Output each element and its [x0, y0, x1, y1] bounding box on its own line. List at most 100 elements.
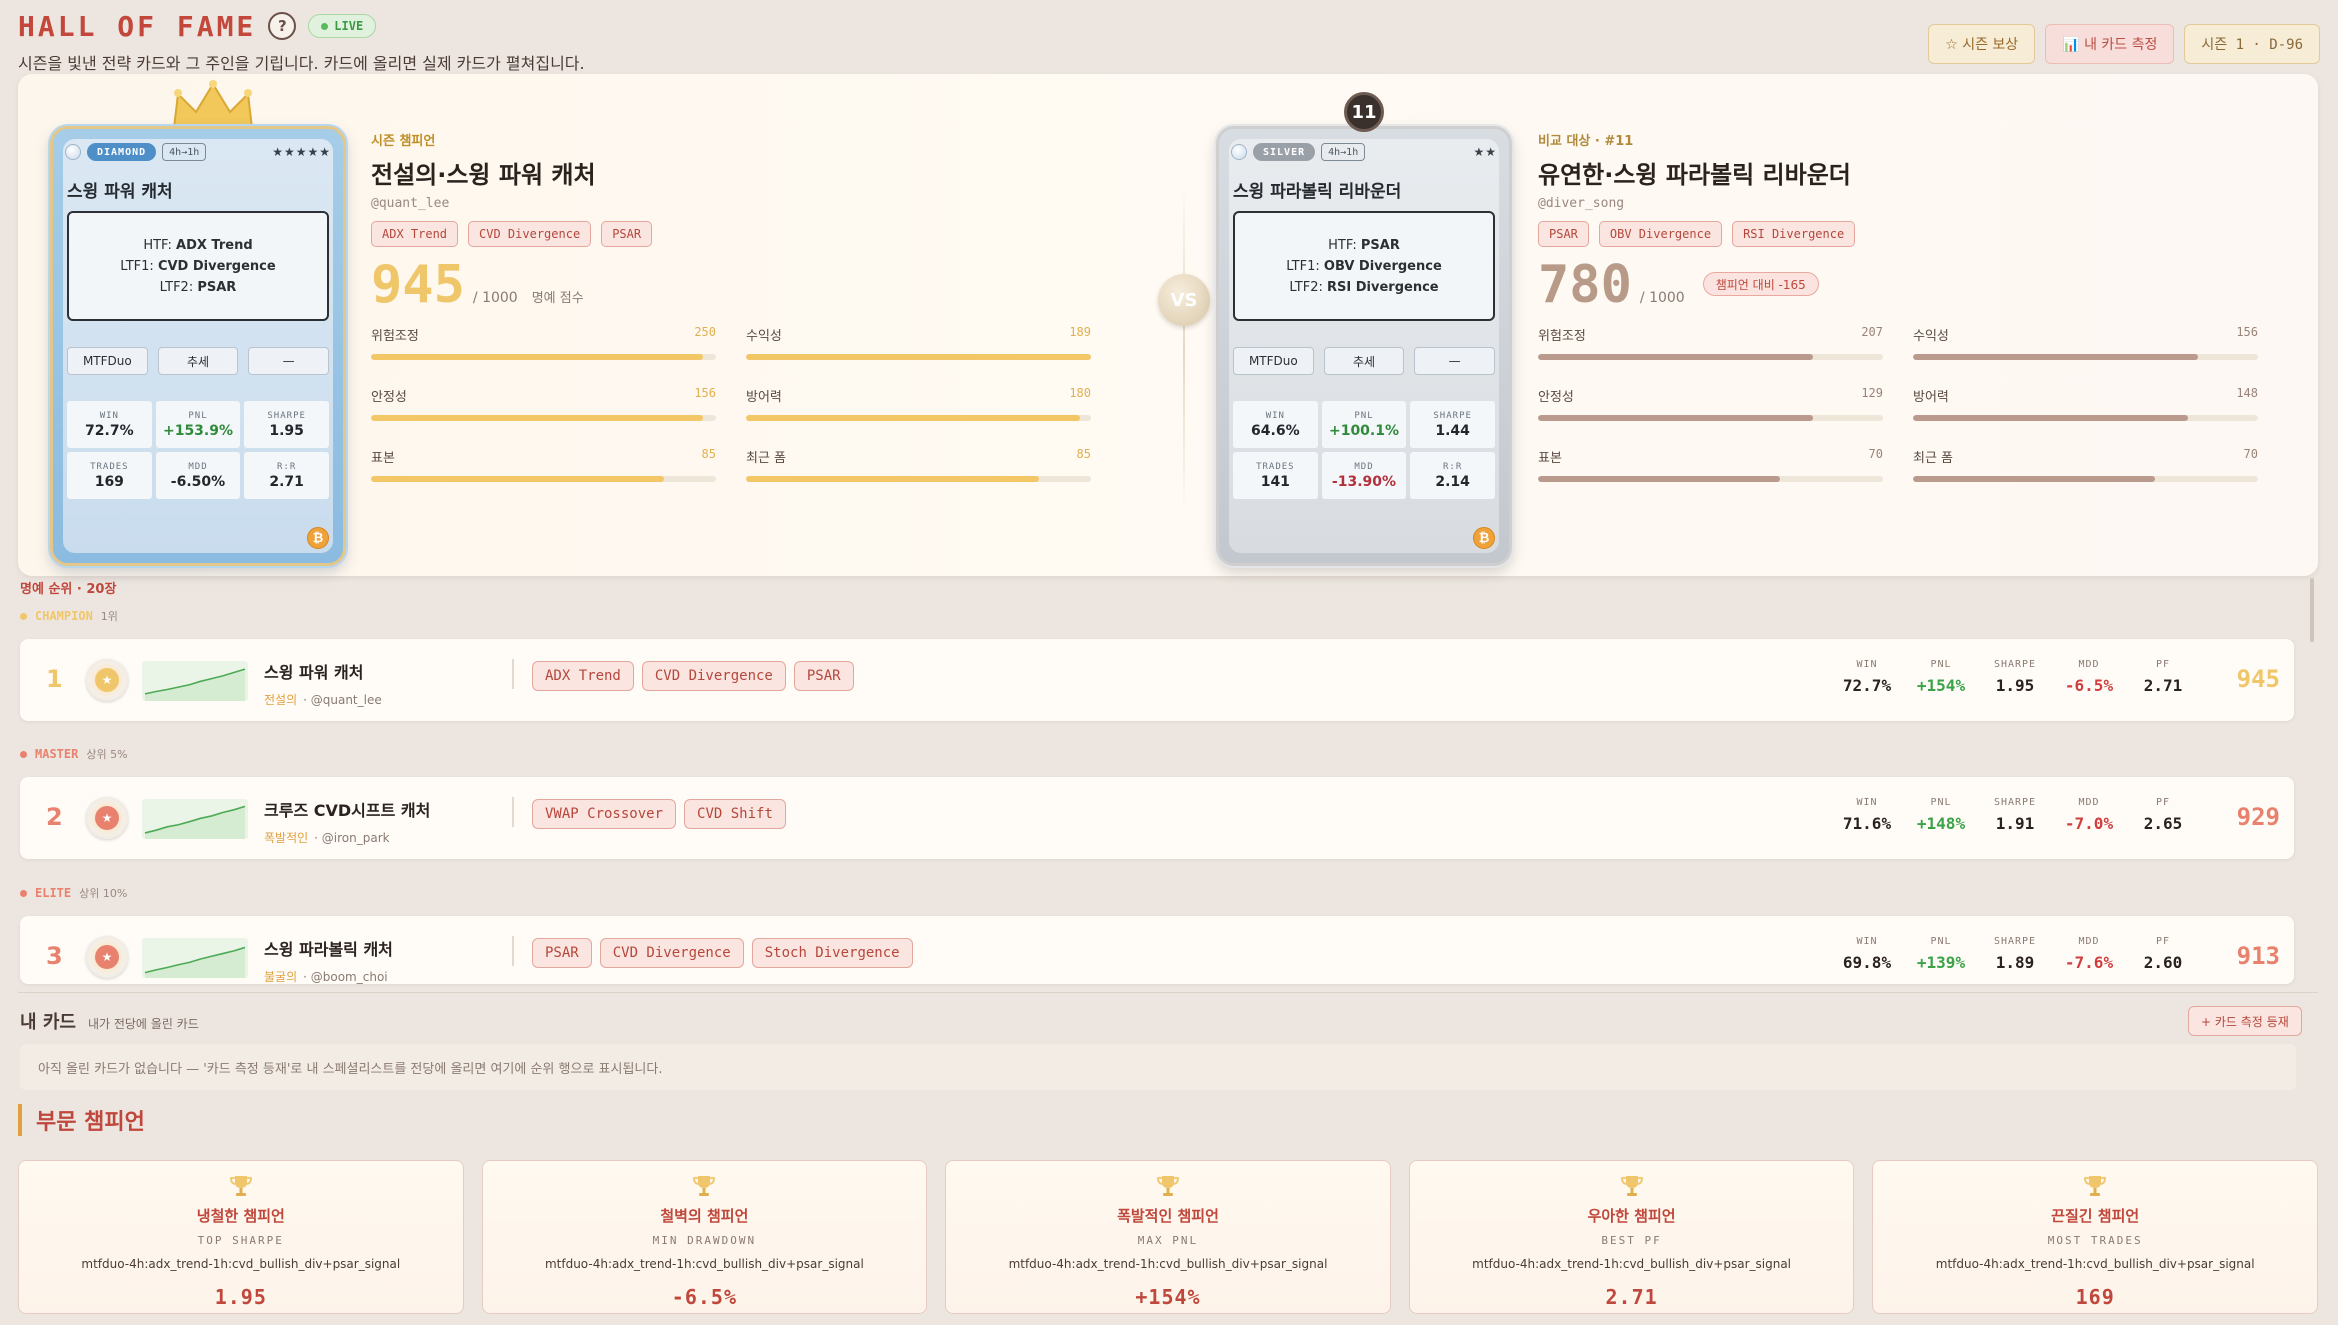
metric-label: WIN [1856, 659, 1878, 670]
score-bar-value: 70 [1868, 447, 1883, 461]
metric-value: 1.89 [1995, 953, 2035, 972]
score-bar-track [1538, 476, 1883, 482]
category-kind: MAX PNL [1137, 1234, 1199, 1247]
owner-handle[interactable]: · @iron_park [314, 831, 389, 845]
compare-info: 비교 대상 · #11 유연한·스윙 파라볼릭 리바운더 @diver_song… [1538, 130, 2283, 482]
category-champion-card[interactable]: 끈질긴 챔피언 MOST TRADES mtfduo-4h:adx_trend-1h… [1872, 1160, 2318, 1314]
owner-handle[interactable]: · @boom_choi [303, 970, 388, 984]
stat-value: 2.14 [1435, 473, 1470, 490]
card-name: 스윙 파워 캐처 [67, 182, 173, 202]
strategy-name: 스윙 파라볼릭 캐처 [264, 940, 393, 959]
owner-handle[interactable]: · @quant_lee [303, 693, 382, 707]
stat-value: 141 [1260, 473, 1290, 490]
stat-label: PNL [1354, 410, 1374, 421]
compare-card[interactable]: SILVER 4h→1h ★★ 스윙 파라볼릭 리바운더 HTF: PSAR L… [1216, 126, 1512, 566]
stat-value: -13.90% [1331, 473, 1397, 490]
ranking-row[interactable]: 1 ★ 스윙 파워 캐처 전설의 · @quant_lee ADX Trend CVD Di… [20, 639, 2294, 721]
category-name: 냉철한 챔피언 [196, 1207, 285, 1225]
register-card-button[interactable]: + 카드 측정 등재 [2188, 1006, 2302, 1036]
ranking-row[interactable]: 2 ★ 크루즈 CVD시프트 캐처 폭발적인 · @iron_park VWAP Cros… [20, 777, 2294, 859]
indicator-tag: CVD Divergence [599, 938, 744, 968]
score-bar-fill [746, 354, 1091, 360]
score-bar-fill [371, 354, 703, 360]
category-strategy: mtfduo-4h:adx_trend-1h:cvd_bullish_div+p… [81, 1257, 401, 1271]
equity-sparkline [142, 799, 248, 839]
score-bar-fill [1913, 476, 2155, 482]
page-header: HALL OF FAME ? LIVE 시즌을 빛낸 전략 카드와 그 주인을 … [18, 9, 2320, 73]
card-name: 스윙 파라볼릭 리바운더 [1233, 182, 1402, 202]
metric-pf: PF 2.60 [2126, 936, 2200, 972]
tier-section-elite: ELITE 상위 10% [20, 885, 127, 901]
owner-line: 폭발적인 · @iron_park [264, 829, 390, 846]
stat-value: +100.1% [1328, 422, 1400, 439]
category-champions-title: 부문 챔피언 [18, 1104, 145, 1136]
trophy-icon [1157, 1176, 1179, 1196]
score-bar-fill [371, 415, 704, 421]
tier-badge: DIAMOND [87, 143, 157, 161]
champion-info: 시즌 챔피언 전설의·스윙 파워 캐처 @quant_lee ADX Trend… [371, 130, 1116, 482]
metric-mdd: MDD -7.6% [2052, 936, 2126, 972]
category-kind: BEST PF [1601, 1234, 1662, 1247]
title-tag: 불굴의 [264, 970, 298, 984]
score-diff-badge: 챔피언 대비 -165 [1702, 272, 1819, 296]
score-bar: 표본 70 [1538, 447, 1883, 482]
stat-label: R:R [1443, 461, 1463, 472]
tier-sub: 상위 5% [86, 748, 128, 761]
metric-label: PNL [1930, 797, 1952, 808]
help-button[interactable]: ? [268, 12, 297, 40]
score-bar-label: 수익성 [746, 329, 782, 344]
ranking-scrollbar[interactable] [2310, 578, 2314, 642]
card-tag: MTFDuo [1233, 347, 1314, 375]
indicator-tags: VWAP Crossover CVD Shift [532, 799, 786, 829]
score-bar: 위험조정 250 [371, 325, 716, 360]
score-bar-value: 156 [2236, 325, 2258, 339]
indicator-tag: CVD Shift [684, 799, 786, 829]
card-stats: WIN 72.7% PNL +153.9% SHARPE 1.95 TRADES 169 MDD… [67, 401, 329, 499]
score-bar-fill [1913, 415, 2188, 421]
category-strategy: mtfduo-4h:adx_trend-1h:cvd_bullish_div+p… [1008, 1257, 1328, 1271]
strategy-line: HTF: ADX Trend [143, 237, 253, 253]
measure-my-card-button[interactable]: 📊 내 카드 측정 [2045, 24, 2175, 64]
category-value: 1.95 [214, 1285, 267, 1309]
stat-label: PNL [188, 410, 208, 421]
metric-value: -6.5% [2064, 676, 2114, 695]
compare-handle[interactable]: @diver_song [1538, 196, 2283, 211]
score-bar-value: 85 [1076, 447, 1091, 461]
score-max: / 1000 [1639, 290, 1685, 306]
metric-label: SHARPE [1993, 797, 2037, 808]
score-bar-label: 위험조정 [371, 329, 419, 344]
ranking-row[interactable]: 3 ★ 스윙 파라볼릭 캐처 불굴의 · @boom_choi PSAR CVD Diver… [20, 916, 2294, 984]
score-bar-fill [1538, 415, 1813, 421]
score-bar: 수익성 189 [746, 325, 1091, 360]
metric-pnl: PNL +139% [1904, 936, 1978, 972]
category-champion-card[interactable]: 철벽의 챔피언 MIN DRAWDOWN mtfduo-4h:adx_trend-1… [481, 1160, 928, 1314]
card-tag: 추세 [157, 347, 239, 375]
tier-dot-icon [20, 889, 27, 897]
metric-pnl: PNL +148% [1904, 797, 1978, 833]
trophy-icon [229, 1176, 252, 1196]
equity-sparkline [142, 661, 248, 701]
strategy-line: HTF: PSAR [1328, 237, 1400, 253]
score-bar-track [746, 476, 1091, 482]
metric-win: WIN 71.6% [1830, 797, 1904, 833]
metric-win: WIN 69.8% [1830, 936, 1904, 972]
honor-score: 913 [2236, 942, 2280, 970]
score-bar-header: 위험조정 207 [1538, 325, 1883, 344]
page-title: HALL OF FAME [18, 9, 257, 43]
indicator-tags: ADX Trend CVD Divergence PSAR [532, 661, 854, 691]
score-bar-fill [1538, 354, 1813, 360]
vs-badge: VS [1158, 274, 1210, 326]
champion-handle[interactable]: @quant_lee [371, 196, 1116, 211]
indicator-tag: PSAR [601, 221, 653, 247]
season-rewards-button[interactable]: ☆ 시즌 보상 [1928, 24, 2036, 64]
category-kind: MIN DRAWDOWN [652, 1234, 757, 1247]
honor-score: 945 [371, 255, 465, 315]
metric-value: 69.8% [1842, 953, 1892, 972]
stat-cell: WIN 72.7% [67, 401, 152, 448]
score-bar: 최근 폼 70 [1913, 447, 2258, 482]
category-champion-card[interactable]: 냉철한 챔피언 TOP SHARPE mtfduo-4h:adx_trend-1h:… [18, 1160, 464, 1314]
champion-card[interactable]: DIAMOND 4h→1h ★★★★★ 스윙 파워 캐처 HTF: ADX Tr… [50, 126, 346, 566]
category-champion-card[interactable]: 폭발적인 챔피언 MAX PNL mtfduo-4h:adx_trend-1h:cv… [945, 1160, 1391, 1314]
category-champion-card[interactable]: 우아한 챔피언 BEST PF mtfduo-4h:adx_trend-1h:cvd… [1408, 1160, 1855, 1314]
score-bar-value: 250 [694, 325, 716, 339]
